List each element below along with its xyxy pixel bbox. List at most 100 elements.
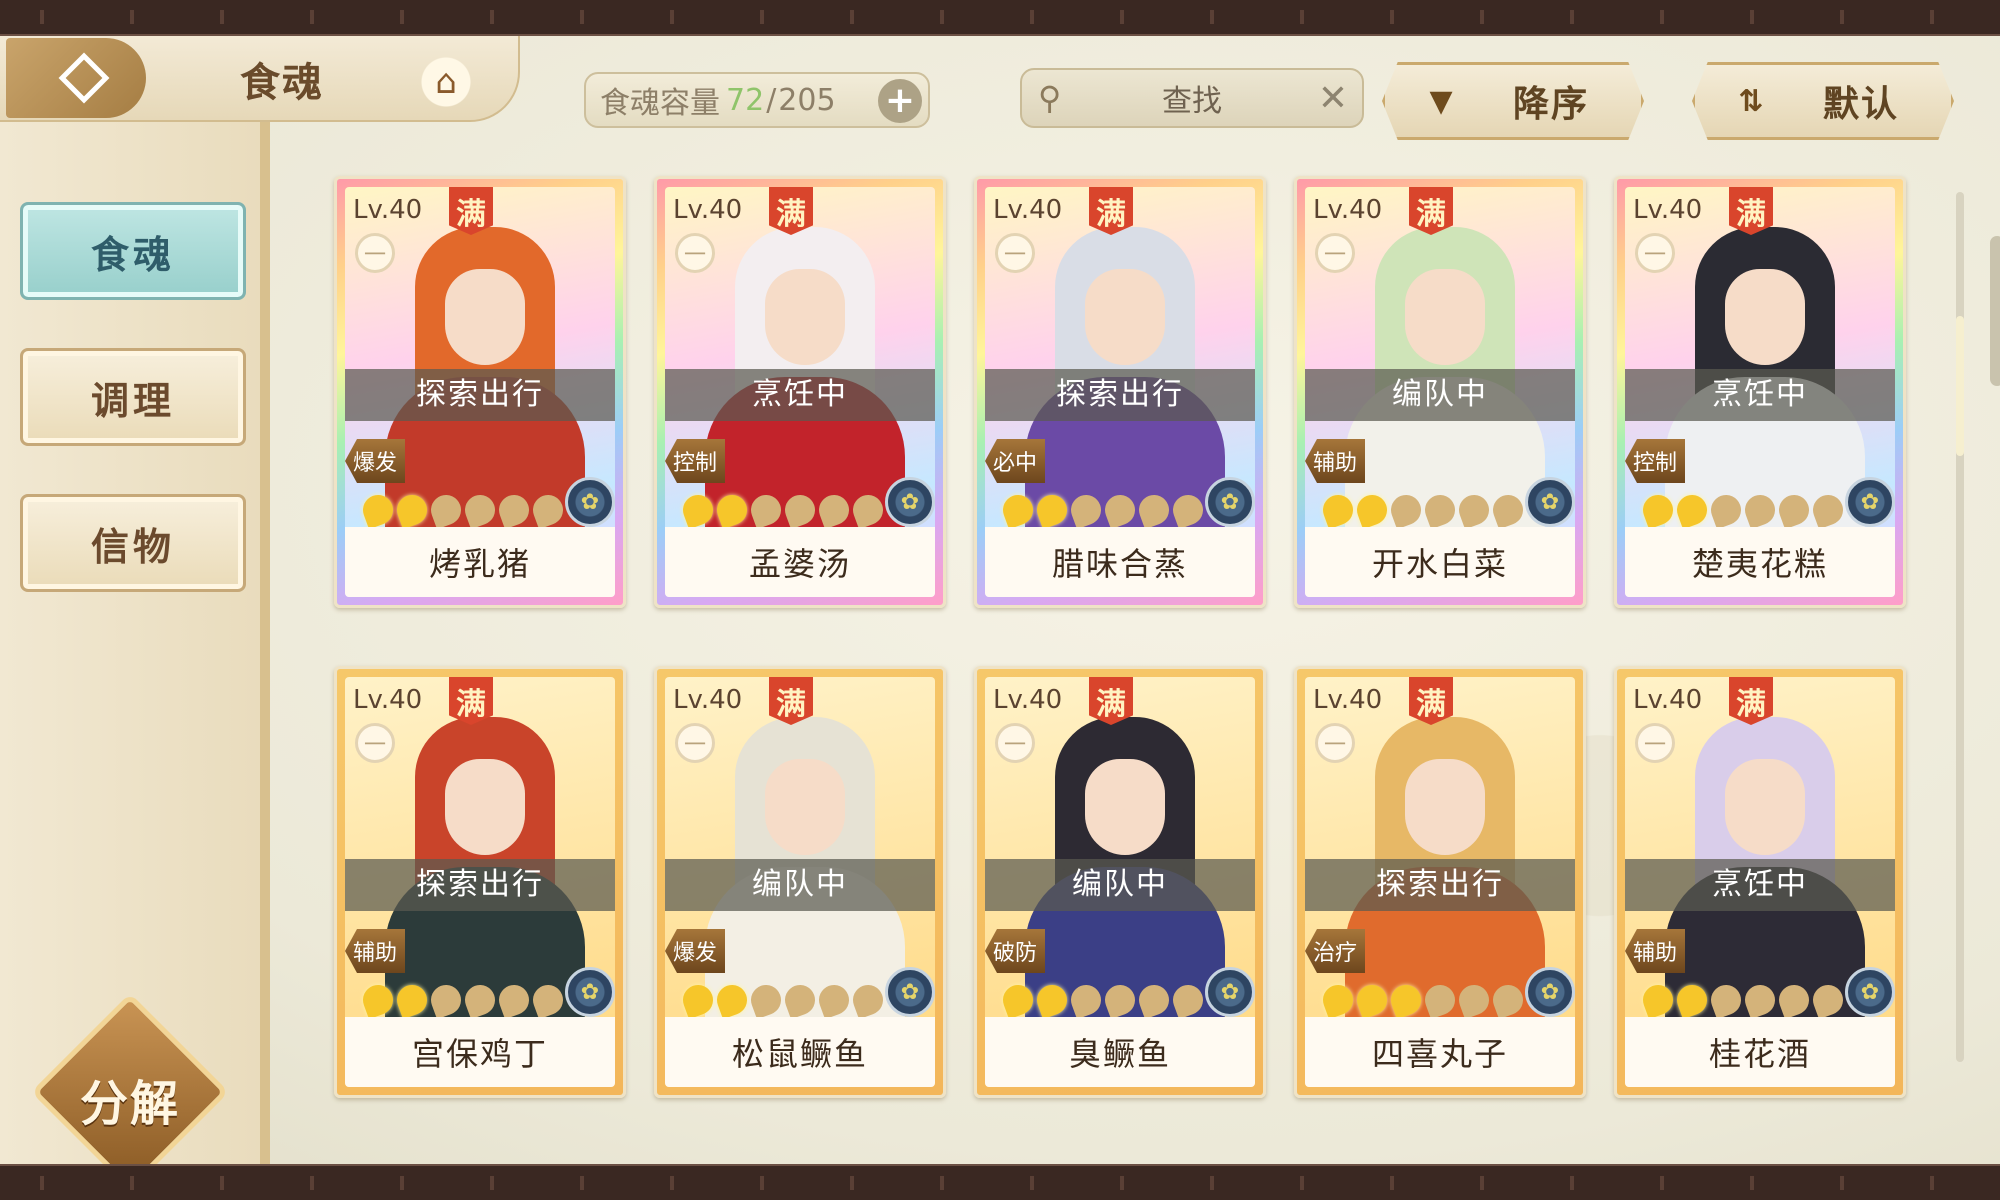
bowl-icon: 一 xyxy=(1635,233,1675,273)
back-button[interactable] xyxy=(6,38,146,118)
star-rating xyxy=(1318,490,1528,530)
star-icon xyxy=(998,980,1038,1020)
right-edge-handle xyxy=(1990,236,2000,386)
star-icon xyxy=(1168,980,1208,1020)
back-arrow-icon xyxy=(58,52,110,104)
role-tag: 必中 xyxy=(985,439,1045,483)
star-icon xyxy=(528,980,568,1020)
element-flower-icon: ✿ xyxy=(1845,477,1895,527)
bowl-icon: 一 xyxy=(1315,723,1355,763)
role-tag: 爆发 xyxy=(665,929,725,973)
star-icon xyxy=(780,980,820,1020)
star-icon xyxy=(814,490,854,530)
sort-mode-button[interactable]: ⇅ 默认 xyxy=(1692,62,1954,140)
star-icon xyxy=(1774,980,1814,1020)
decompose-button[interactable]: 分解 xyxy=(30,993,230,1164)
star-rating xyxy=(358,490,568,530)
max-badge: 满 xyxy=(1409,677,1453,725)
star-icon xyxy=(1740,490,1780,530)
nav-tab-foodsoul[interactable]: 食魂 xyxy=(20,202,246,300)
scrollbar-thumb[interactable] xyxy=(1956,316,1964,456)
sort-down-icon: ▼ xyxy=(1429,83,1453,119)
star-icon xyxy=(1134,980,1174,1020)
foodsoul-card[interactable]: Lv.40 满 一 烹饪中 辅助 ✿ 桂花酒 xyxy=(1614,666,1906,1098)
star-icon xyxy=(528,490,568,530)
role-tag: 爆发 xyxy=(345,439,405,483)
foodsoul-card[interactable]: Lv.40 满 一 编队中 破防 ✿ 臭鳜鱼 xyxy=(974,666,1266,1098)
star-icon xyxy=(678,490,718,530)
foodsoul-card[interactable]: Lv.40 满 一 编队中 辅助 ✿ 开水白菜 xyxy=(1294,176,1586,608)
sidebar: 食魂 调理 信物 分解 xyxy=(0,122,270,1164)
star-icon xyxy=(1318,490,1358,530)
foodsoul-card[interactable]: Lv.40 满 一 编队中 爆发 ✿ 松鼠鳜鱼 xyxy=(654,666,946,1098)
star-icon xyxy=(746,490,786,530)
max-badge: 满 xyxy=(1089,677,1133,725)
star-icon xyxy=(392,980,432,1020)
star-icon xyxy=(1672,980,1712,1020)
star-icon xyxy=(460,980,500,1020)
foodsoul-card[interactable]: Lv.40 满 一 探索出行 爆发 ✿ 烤乳猪 xyxy=(334,176,626,608)
search-input[interactable]: ⚲ 查找 ✕ xyxy=(1020,68,1364,128)
foodsoul-card[interactable]: Lv.40 满 一 烹饪中 控制 ✿ 孟婆汤 xyxy=(654,176,946,608)
star-icon xyxy=(998,490,1038,530)
star-rating xyxy=(1638,490,1848,530)
star-icon xyxy=(1352,980,1392,1020)
card-name: 楚夷花糕 xyxy=(1625,527,1895,597)
star-icon xyxy=(494,490,534,530)
bowl-icon: 一 xyxy=(995,233,1035,273)
star-icon xyxy=(780,490,820,530)
max-badge: 满 xyxy=(449,677,493,725)
star-icon xyxy=(460,490,500,530)
bowl-icon: 一 xyxy=(995,723,1035,763)
bowl-icon: 一 xyxy=(675,723,715,763)
nav-tab-tokens[interactable]: 信物 xyxy=(20,494,246,592)
home-pavilion-icon[interactable]: ⌂ xyxy=(410,54,482,110)
capacity-add-button[interactable]: + xyxy=(878,79,922,123)
foodsoul-card[interactable]: Lv.40 满 一 烹饪中 控制 ✿ 楚夷花糕 xyxy=(1614,176,1906,608)
star-icon xyxy=(1808,980,1848,1020)
bowl-icon: 一 xyxy=(355,233,395,273)
star-icon xyxy=(1100,980,1140,1020)
star-icon xyxy=(1488,980,1528,1020)
card-inner: Lv.40 满 一 探索出行 爆发 ✿ 烤乳猪 xyxy=(345,187,615,597)
card-level: Lv.40 xyxy=(993,685,1063,715)
star-icon xyxy=(712,980,752,1020)
card-inner: Lv.40 满 一 编队中 爆发 ✿ 松鼠鳜鱼 xyxy=(665,677,935,1087)
sort-order-button[interactable]: ▼ 降序 xyxy=(1382,62,1644,140)
max-badge: 满 xyxy=(769,187,813,235)
portrait-face xyxy=(1085,269,1165,365)
nav-tab-cooking[interactable]: 调理 xyxy=(20,348,246,446)
star-rating xyxy=(998,490,1208,530)
search-icon: ⚲ xyxy=(1038,79,1062,117)
star-icon xyxy=(848,980,888,1020)
portrait-face xyxy=(765,269,845,365)
star-icon xyxy=(678,980,718,1020)
star-icon xyxy=(1454,490,1494,530)
bowl-icon: 一 xyxy=(675,233,715,273)
card-name: 腊味合蒸 xyxy=(985,527,1255,597)
foodsoul-card[interactable]: Lv.40 满 一 探索出行 治疗 ✿ 四喜丸子 xyxy=(1294,666,1586,1098)
role-tag: 治疗 xyxy=(1305,929,1365,973)
card-name: 开水白菜 xyxy=(1305,527,1575,597)
star-icon xyxy=(426,490,466,530)
star-icon xyxy=(358,490,398,530)
portrait-face xyxy=(445,759,525,855)
star-icon xyxy=(1706,980,1746,1020)
portrait-face xyxy=(1725,759,1805,855)
card-level: Lv.40 xyxy=(673,195,743,225)
card-level: Lv.40 xyxy=(993,195,1063,225)
card-inner: Lv.40 满 一 烹饪中 辅助 ✿ 桂花酒 xyxy=(1625,677,1895,1087)
role-tag: 控制 xyxy=(665,439,725,483)
foodsoul-card[interactable]: Lv.40 满 一 探索出行 辅助 ✿ 宫保鸡丁 xyxy=(334,666,626,1098)
role-tag: 辅助 xyxy=(1305,439,1365,483)
clear-search-icon[interactable]: ✕ xyxy=(1318,78,1348,119)
foodsoul-card[interactable]: Lv.40 满 一 探索出行 必中 ✿ 腊味合蒸 xyxy=(974,176,1266,608)
max-badge: 满 xyxy=(1409,187,1453,235)
star-icon xyxy=(1638,980,1678,1020)
card-level: Lv.40 xyxy=(1633,195,1703,225)
game-stage: 食魂 ⌂ 食魂容量 72 / 205 + ⚲ 查找 ✕ ▼ 降序 ⇅ 默认 食魂… xyxy=(0,36,2000,1164)
card-status: 编队中 xyxy=(985,859,1255,911)
star-rating xyxy=(678,490,888,530)
star-rating xyxy=(678,980,888,1020)
card-status: 烹饪中 xyxy=(1625,859,1895,911)
